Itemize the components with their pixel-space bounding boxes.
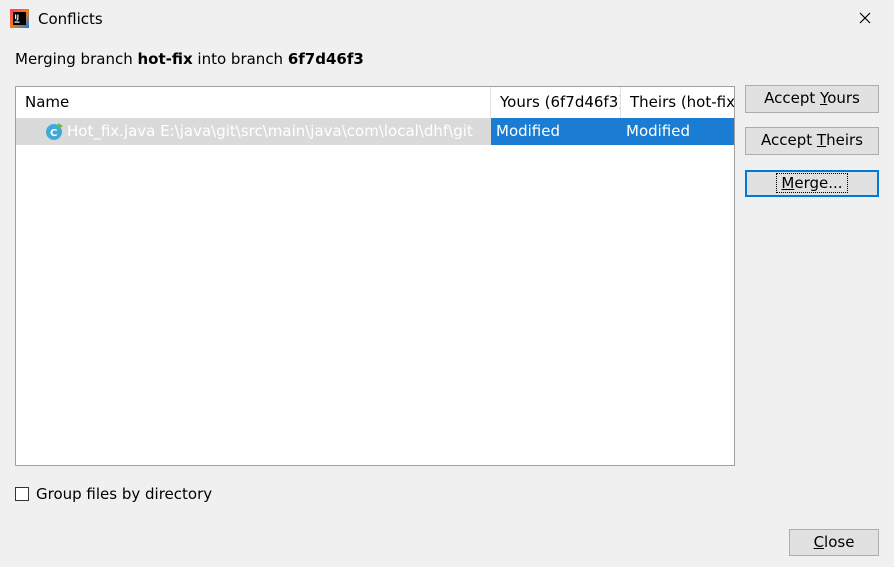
merge-mnemonic: M bbox=[781, 174, 795, 192]
accept-theirs-label-post: heirs bbox=[826, 131, 863, 149]
file-name-cell[interactable]: C Hot_fix.java E:\java\git\src\main\java… bbox=[16, 118, 491, 145]
column-header-name[interactable]: Name bbox=[16, 87, 491, 118]
theirs-status-cell[interactable]: Modified bbox=[621, 118, 734, 145]
window-title: Conflicts bbox=[38, 10, 103, 28]
group-by-directory-checkbox[interactable] bbox=[15, 487, 29, 501]
table-row[interactable]: C Hot_fix.java E:\java\git\src\main\java… bbox=[16, 118, 734, 145]
group-by-directory-label[interactable]: Group files by directory bbox=[36, 485, 212, 503]
merge-button[interactable]: Merge... bbox=[745, 170, 879, 197]
java-class-icon: C bbox=[46, 123, 63, 140]
svg-text:C: C bbox=[50, 128, 57, 139]
column-header-theirs[interactable]: Theirs (hot-fix) bbox=[621, 87, 734, 118]
yours-status-cell[interactable]: Modified bbox=[491, 118, 621, 145]
intellij-idea-icon: IJ bbox=[10, 9, 29, 28]
accept-theirs-button[interactable]: Accept Theirs bbox=[745, 127, 879, 155]
accept-yours-label-pre: Accept bbox=[764, 89, 821, 107]
table-header: Name Yours (6f7d46f3) Theirs (hot-fix) bbox=[16, 87, 734, 118]
target-branch: 6f7d46f3 bbox=[287, 50, 364, 68]
merge-focus-ring: Merge... bbox=[776, 173, 848, 193]
accept-yours-label-post: ours bbox=[827, 89, 860, 107]
merge-label-post: erge... bbox=[794, 174, 843, 192]
source-branch: hot-fix bbox=[137, 50, 193, 68]
accept-yours-button[interactable]: Accept Yours bbox=[745, 85, 879, 113]
header-middle: into branch bbox=[192, 50, 288, 68]
column-header-yours[interactable]: Yours (6f7d46f3) bbox=[491, 87, 621, 118]
accept-theirs-label-pre: Accept bbox=[761, 131, 817, 149]
title-bar: IJ Conflicts bbox=[0, 0, 894, 38]
close-icon[interactable] bbox=[851, 6, 879, 32]
merge-description: Merging branch hot-fix into branch 6f7d4… bbox=[15, 50, 364, 68]
accept-theirs-mnemonic: T bbox=[816, 131, 827, 149]
close-mnemonic: C bbox=[813, 533, 825, 551]
file-name: Hot_fix.java E:\java\git\src\main\java\c… bbox=[67, 122, 473, 140]
close-button[interactable]: Close bbox=[789, 529, 879, 556]
conflicts-table[interactable]: Name Yours (6f7d46f3) Theirs (hot-fix) C… bbox=[15, 86, 735, 466]
svg-text:IJ: IJ bbox=[15, 14, 19, 21]
close-label-post: lose bbox=[824, 533, 855, 551]
header-prefix: Merging branch bbox=[15, 50, 138, 68]
